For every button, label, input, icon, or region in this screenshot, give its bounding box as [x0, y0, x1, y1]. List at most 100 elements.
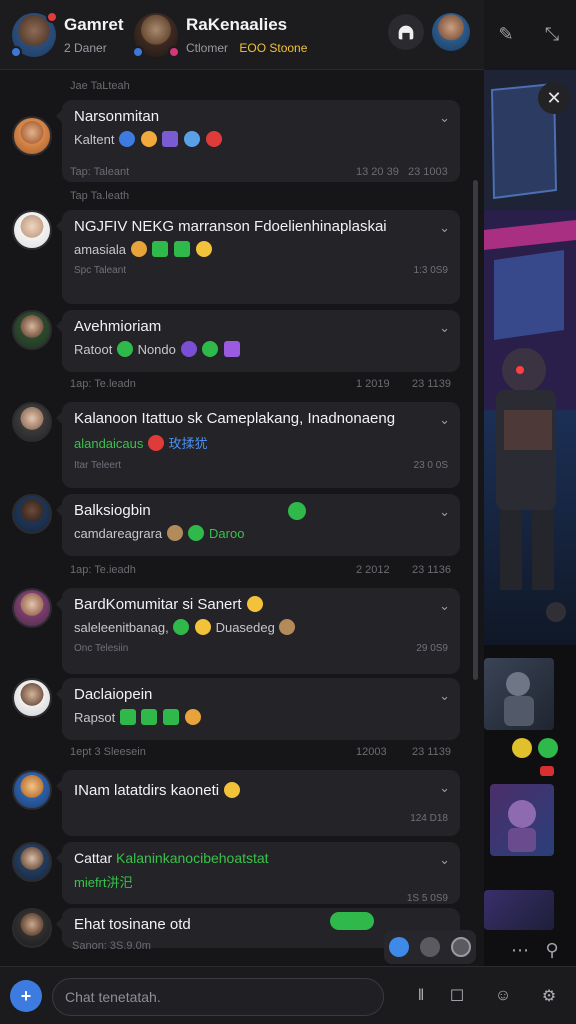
message-meta: Onc Telesiin 29 0S9 — [74, 643, 448, 654]
sticker-icon[interactable]: ☐ — [444, 983, 470, 1009]
highlight-text: ЕОО Stoone — [239, 41, 308, 55]
reaction-badge[interactable] — [540, 766, 554, 776]
cat-emoji-icon — [194, 619, 211, 635]
profile-2[interactable]: RaKenaalies Ctlomer ЕОО Stoone — [132, 8, 307, 62]
avatar[interactable] — [12, 210, 52, 250]
message-title-text: Cattar — [74, 850, 113, 866]
message-bubble[interactable]: ⌄ Cattar Kalaninkanocibehoatstat miefrt汫… — [56, 842, 460, 904]
smile-emoji-icon — [246, 596, 263, 612]
chevron-icon[interactable]: ⌄ — [439, 852, 450, 868]
plus-icon: + — [20, 985, 32, 1006]
avatar[interactable] — [12, 310, 52, 350]
avatar[interactable] — [12, 842, 52, 882]
message-bubble[interactable]: ⌄ Balksiogbin camdareagrara Daroo — [56, 494, 460, 556]
bag-emoji-icon — [195, 241, 212, 257]
angry-emoji-icon — [205, 131, 222, 147]
close-icon: ✕ — [546, 87, 562, 108]
globe-emoji-icon — [119, 131, 136, 147]
chevron-icon[interactable]: ⌄ — [439, 504, 450, 520]
cat-emoji-icon — [130, 241, 147, 257]
avatar[interactable] — [12, 588, 52, 628]
message-text-content: camdareagrara — [74, 526, 163, 541]
avatar[interactable] — [12, 770, 52, 810]
date-separator: 2 2012 — [356, 564, 390, 576]
message-time: 1:3 0S9 — [413, 265, 448, 276]
message-time: 23 0 0S — [413, 460, 448, 471]
add-button[interactable]: + — [10, 980, 42, 1012]
avatar[interactable] — [12, 494, 52, 534]
message-bubble[interactable]: ⌄ Daclaiopein Rapsot — [56, 678, 460, 740]
thumbnail[interactable] — [484, 890, 554, 930]
profile-1[interactable]: Gamret 2 Daner — [10, 8, 124, 62]
chevron-icon[interactable]: ⌄ — [439, 688, 450, 704]
emoji-icon[interactable]: ☺ — [490, 983, 516, 1009]
message-text: alandaicaus 玫揉犹 — [74, 433, 448, 452]
reaction-badge[interactable] — [538, 738, 558, 758]
message-text: camdareagrara Daroo — [74, 525, 448, 541]
message-title: Daclaiopein — [74, 686, 153, 703]
message-bubble[interactable]: ⌄ Avehmioriam Ratoot Nondo — [56, 310, 460, 372]
chevron-down-icon[interactable]: ⌄ — [439, 320, 450, 336]
settings-icon[interactable]: ⚙ — [536, 983, 562, 1009]
message-title-suffix: Kalaninkanocibehoatstat — [116, 850, 269, 866]
reaction-pill[interactable] — [330, 912, 374, 930]
avatar[interactable] — [12, 678, 52, 718]
clover-emoji-icon — [173, 619, 190, 635]
message-bubble[interactable]: ⌄ Kalanoon Itattuo sk Cameplakang, Inadn… — [56, 402, 460, 488]
react-icon[interactable] — [419, 937, 440, 957]
sparkle-emoji-icon — [183, 131, 200, 147]
online-indicator — [288, 502, 306, 520]
avatar[interactable] — [12, 402, 52, 442]
message-meta: 124 D18 — [74, 813, 448, 824]
message-text: Rapsot — [74, 709, 448, 725]
message-text-content: amasiala — [74, 242, 127, 257]
more-icon[interactable]: ⋯ — [506, 936, 534, 964]
avatar[interactable] — [12, 908, 52, 948]
message-meta: 1S 5 0S9 — [74, 893, 448, 904]
wand-icon[interactable]: ⚲ — [538, 936, 566, 964]
message-composer: + ǁ ☐ ☺ ⚙ — [0, 966, 576, 1024]
close-button[interactable]: ✕ — [538, 82, 570, 114]
profile-status: Ctlomer ЕОО Stoone — [186, 41, 307, 55]
avatar[interactable] — [12, 116, 52, 156]
reaction-badge[interactable] — [512, 738, 532, 758]
message-bubble[interactable]: ⌄ INam latatdirs kaoneti 124 D18 — [56, 770, 460, 836]
user-avatar[interactable] — [432, 13, 470, 51]
chevron-icon[interactable]: ⌄ — [439, 220, 450, 236]
fox-emoji-icon — [279, 619, 296, 635]
chat-list: Jae TaLteah ⌄ Narsonmitan Kaltent Tap: T… — [0, 70, 484, 966]
gif-icon[interactable]: ǁ — [408, 983, 434, 1009]
chevron-icon[interactable]: ⌄ — [439, 780, 450, 796]
message-sender: Itar Teleert — [74, 460, 122, 471]
thumbnail[interactable] — [484, 658, 554, 730]
chevron-icon[interactable]: ⌄ — [439, 412, 450, 428]
character-thumb-icon — [508, 800, 536, 852]
notification-badge — [46, 11, 58, 23]
date-separator: 1ap: Te.leadn — [70, 378, 136, 390]
message-title: Avehmioriam — [74, 318, 162, 335]
message-text-content: Ratoot — [74, 342, 113, 357]
message-time: 29 0S9 — [416, 643, 448, 654]
sticker-emoji-icon — [162, 131, 179, 147]
chevron-icon[interactable]: ⌄ — [439, 598, 450, 614]
reply-icon[interactable] — [389, 937, 410, 957]
avatar[interactable] — [132, 13, 180, 58]
date-separator: 23 1003 — [408, 166, 448, 178]
message-time: 124 D18 — [410, 813, 448, 824]
pen-icon[interactable]: ✎ — [492, 20, 520, 48]
date-separator: 1ap: Te.ieadh — [70, 564, 136, 576]
headset-button[interactable] — [388, 14, 424, 50]
link-icon[interactable]: ⤡ — [538, 20, 566, 48]
flag-emoji-icon — [140, 131, 157, 147]
chevron-down-icon[interactable]: ⌄ — [439, 110, 450, 126]
message-bubble[interactable]: ⌄ BardKomumitar si Sanert saleleenitbana… — [56, 588, 460, 674]
profile-status: 2 Daner — [64, 41, 107, 55]
message-bubble[interactable]: ⌄ NGJFIV NEKG marranson Fdoelienhinaplas… — [56, 210, 460, 304]
chat-input[interactable] — [52, 978, 384, 1016]
hero-toggle[interactable] — [546, 602, 566, 622]
avatar[interactable] — [10, 11, 58, 58]
profile-name: Gamret — [64, 15, 124, 34]
scrollbar[interactable] — [473, 180, 478, 680]
more-options-icon[interactable] — [450, 937, 471, 957]
thumbnail[interactable] — [490, 784, 554, 856]
